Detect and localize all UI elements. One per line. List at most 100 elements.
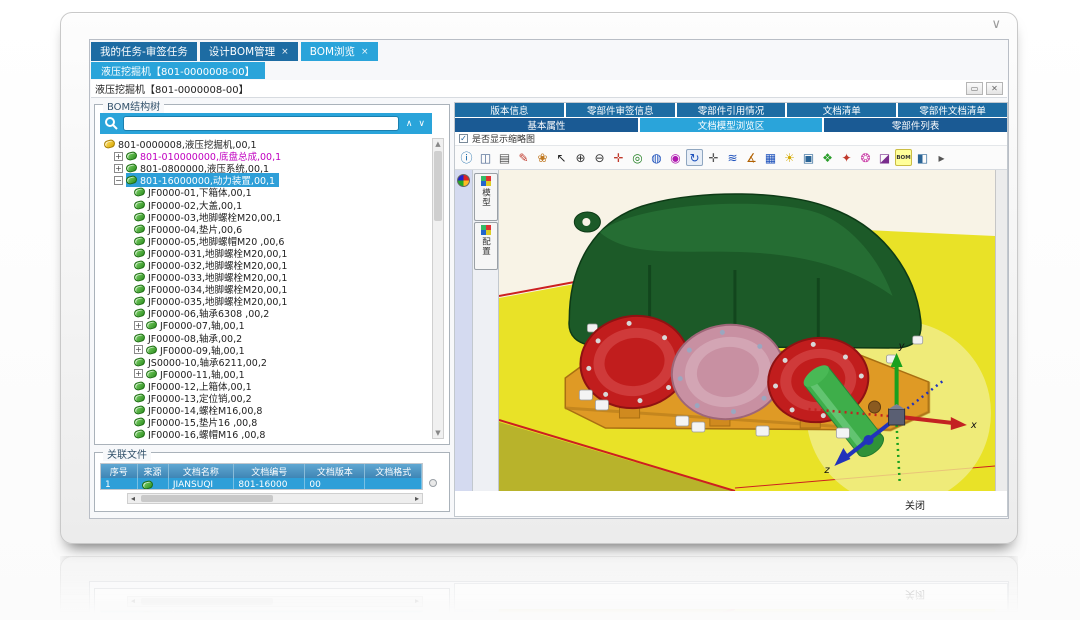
collapse-icon[interactable]: − — [114, 176, 123, 185]
info-icon[interactable]: ⓘ — [458, 149, 475, 166]
chevron-down-icon[interactable]: ∨ — [991, 17, 1001, 32]
zoom-select-icon[interactable]: ◍ — [648, 149, 665, 166]
bom-tree-group: BOM结构树 ∧ ∨ 801-0000008,液压挖掘机,00,1+801-01… — [94, 104, 450, 445]
expand-icon[interactable]: + — [134, 321, 143, 330]
close-button[interactable]: 关闭 — [905, 497, 925, 512]
viewer-side-tab-2[interactable]: 配置 — [474, 222, 498, 270]
bearing-hole — [868, 401, 880, 413]
tree-item[interactable]: +JF0000-11,轴,00,1 — [100, 368, 432, 380]
files-hscrollbar[interactable]: ◂ ▸ — [127, 493, 423, 504]
viewport-background — [499, 609, 995, 620]
scroll-left-icon[interactable]: ◂ — [128, 494, 135, 503]
view-cube-icon[interactable]: ▦ — [762, 149, 779, 166]
detail-tab-1[interactable]: 版本信息 — [455, 103, 564, 117]
watermark-circle — [806, 609, 991, 620]
more-icon[interactable]: ▸ — [933, 149, 950, 166]
gearbox-3d-view: x y z — [499, 170, 995, 491]
expand-icon[interactable]: + — [114, 164, 123, 173]
close-icon[interactable]: ✕ — [986, 82, 1003, 95]
viewer-area: 模型配置 — [455, 609, 1007, 620]
lifting-ear-hole — [582, 218, 590, 226]
table-cell: 1 — [101, 478, 138, 490]
pan-icon[interactable]: ✛ — [705, 149, 722, 166]
tab-close-icon[interactable]: × — [281, 47, 289, 57]
search-prev-icon[interactable]: ∧ — [406, 119, 413, 129]
detail-tab-5[interactable]: 零部件文档清单 — [898, 103, 1007, 117]
expand-icon[interactable]: + — [134, 345, 143, 354]
document-link-icon — [141, 479, 154, 489]
render-icon[interactable]: ❀ — [534, 149, 551, 166]
table-row[interactable]: 1JIANSUQI801-1600000 — [101, 478, 422, 490]
part-link-icon — [133, 284, 146, 294]
bom-icon[interactable]: BOM — [895, 149, 912, 166]
tab-3[interactable]: BOM浏览× — [301, 42, 378, 61]
table-cell: 1 — [101, 610, 138, 620]
screen-icon[interactable]: ◧ — [914, 149, 931, 166]
scroll-right-icon[interactable]: ▸ — [415, 494, 422, 503]
gearbox-model[interactable] — [565, 194, 928, 461]
print-icon[interactable]: ▤ — [496, 149, 513, 166]
light-icon[interactable]: ☀ — [781, 149, 798, 166]
tab-2[interactable]: 设计BOM管理× — [200, 42, 298, 61]
detail-subtab-2[interactable]: 文档模型浏览区 — [640, 118, 823, 132]
model-canvas: x y z — [499, 609, 995, 620]
scroll-up-icon[interactable]: ▲ — [433, 139, 443, 149]
files-scroll-thumb[interactable] — [141, 495, 273, 502]
part-link-icon — [133, 211, 146, 221]
tree-scrollbar[interactable]: ▲ ▼ — [432, 138, 444, 439]
viewer-scrollbar[interactable] — [995, 170, 1007, 491]
tab-1[interactable]: 我的任务-审签任务 — [91, 42, 197, 61]
detail-tab-4[interactable]: 文档清单 — [787, 103, 896, 117]
section-lines-icon[interactable]: ≋ — [724, 149, 741, 166]
document-link-icon — [141, 610, 154, 620]
viewer-side-tabs: 模型配置 — [473, 170, 499, 491]
preview-icon[interactable]: ◫ — [477, 149, 494, 166]
search-icon — [104, 116, 119, 131]
document-tab[interactable]: 液压挖掘机【801-0000008-00】 — [91, 62, 265, 79]
gear-icon[interactable]: ❂ — [857, 149, 874, 166]
expand-icon[interactable]: + — [114, 152, 123, 161]
rotate-center-icon[interactable]: ◉ — [667, 149, 684, 166]
snapshot-icon[interactable]: ▣ — [800, 149, 817, 166]
rotate-icon[interactable]: ↻ — [686, 149, 703, 166]
move-part-icon[interactable]: ✦ — [838, 149, 855, 166]
layers-icon — [481, 225, 491, 235]
detail-subtab-1[interactable]: 基本属性 — [455, 118, 638, 132]
color-wheel-icon[interactable] — [457, 174, 470, 187]
column-header: 文档版本 — [305, 464, 365, 478]
scroll-down-icon[interactable]: ▼ — [433, 428, 443, 438]
explode-icon[interactable]: ❖ — [819, 149, 836, 166]
layers-icon — [481, 176, 491, 186]
table-cell — [365, 610, 422, 620]
markup-icon[interactable]: ✎ — [515, 149, 532, 166]
zoom-fit-icon[interactable]: ✛ — [610, 149, 627, 166]
select-icon[interactable]: ↖ — [553, 149, 570, 166]
search-next-icon[interactable]: ∨ — [418, 119, 425, 129]
detail-panel-footer: 关闭 — [455, 583, 1007, 609]
tab-close-icon[interactable]: × — [361, 47, 369, 57]
expand-icon[interactable]: + — [134, 369, 143, 378]
zoom-window-icon[interactable]: ◎ — [629, 149, 646, 166]
detail-tab-2[interactable]: 零部件审签信息 — [566, 103, 675, 117]
column-header: 序号 — [101, 464, 138, 478]
viewer-side-tab-1[interactable]: 模型 — [474, 173, 498, 221]
restore-icon[interactable]: ▭ — [966, 82, 983, 95]
table-cell: 801-16000 — [234, 478, 305, 490]
zoom-out-icon[interactable]: ⊖ — [591, 149, 608, 166]
app-frame: 我的任务-审签任务设计BOM管理×BOM浏览× 液压挖掘机【801-000000… — [89, 581, 1009, 620]
tree-scroll-thumb[interactable] — [434, 151, 442, 221]
zoom-in-icon[interactable]: ⊕ — [572, 149, 589, 166]
detail-subtab-3[interactable]: 零部件列表 — [824, 118, 1007, 132]
tree-item[interactable]: JF0000-16,螺帽M16 ,00,8 — [100, 428, 432, 439]
show-thumbnail-checkbox[interactable]: ✓ — [459, 134, 468, 143]
column-header: 文档编号 — [234, 464, 305, 478]
axis-label-x: x — [970, 420, 978, 431]
search-input[interactable] — [123, 116, 399, 131]
detail-tab-3[interactable]: 零部件引用情况 — [677, 103, 786, 117]
window-reflection: ∨ 我的任务-审签任务设计BOM管理×BOM浏览× 液压挖掘机【801-0000… — [60, 556, 1018, 620]
viewer-left-strip — [455, 170, 473, 491]
measure-icon[interactable]: ∡ — [743, 149, 760, 166]
model-canvas[interactable]: x y z — [499, 170, 995, 491]
document-title: 液压挖掘机【801-0000008-00】 — [95, 81, 249, 96]
section-icon[interactable]: ◪ — [876, 149, 893, 166]
